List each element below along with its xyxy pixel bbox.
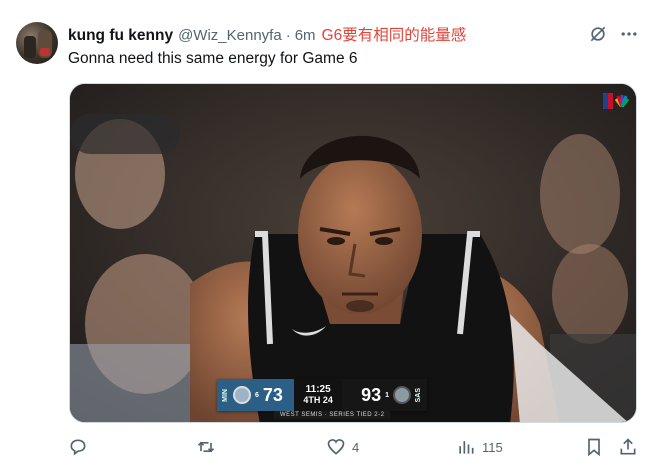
away-label: MIN	[222, 388, 229, 402]
home-score: 93	[361, 384, 382, 405]
home-team: 93 1 SAS	[342, 379, 427, 411]
annotation-text: G6要有相同的能量感	[321, 27, 467, 44]
game-clock: 11:25 4TH 24	[294, 379, 343, 411]
shot-clock: 24	[322, 395, 333, 405]
tweet: kung fu kenny @Wiz_Kennyfa · 6m G6要有相同的能…	[0, 0, 653, 470]
reply-icon	[70, 439, 86, 456]
timestamp[interactable]: 6m	[295, 27, 316, 44]
author-name[interactable]: kung fu kenny	[68, 27, 173, 45]
views-button[interactable]: 115	[456, 437, 503, 457]
bookmark-icon	[588, 438, 600, 457]
share-icon	[620, 438, 636, 455]
author-handle[interactable]: @Wiz_Kennyfa	[178, 27, 282, 44]
views-icon	[459, 441, 474, 454]
spurs-logo-icon	[393, 386, 411, 404]
clock: 11:25	[305, 384, 331, 395]
away-seed: 6	[255, 391, 259, 399]
series-status: WEST SEMIS · SERIES TIED 2-2	[274, 411, 391, 419]
home-label: SAS	[415, 387, 422, 403]
action-bar: 4 115	[68, 437, 640, 461]
views-count: 115	[482, 439, 503, 455]
grok-icon[interactable]	[588, 24, 608, 44]
tweet-text: Gonna need this same energy for Game 6	[68, 50, 358, 67]
player-photo	[70, 84, 636, 422]
period: 4TH	[303, 395, 321, 405]
like-button[interactable]: 4	[326, 437, 359, 457]
nba-logo-icon	[603, 93, 613, 109]
share-button[interactable]	[618, 437, 638, 457]
like-count: 4	[352, 439, 360, 455]
avatar[interactable]	[16, 22, 58, 64]
away-score: 73	[262, 384, 283, 405]
retweet-icon	[197, 441, 215, 453]
nbc-peacock-icon	[615, 95, 629, 107]
reply-button[interactable]	[68, 437, 94, 457]
heart-icon	[327, 439, 345, 455]
separator-dot: ·	[285, 27, 291, 44]
tweet-media[interactable]: MIN 6 73 11:25 4TH 24 93 1 SAS WEST SEMI…	[69, 83, 637, 423]
away-team: MIN 6 73	[217, 379, 295, 411]
network-logo	[603, 93, 629, 109]
retweet-button[interactable]	[196, 437, 222, 457]
scorebug: MIN 6 73 11:25 4TH 24 93 1 SAS	[217, 379, 427, 411]
timberwolves-logo-icon	[233, 386, 251, 404]
more-icon[interactable]	[619, 24, 639, 44]
tweet-header: kung fu kenny @Wiz_Kennyfa · 6m G6要有相同的能…	[68, 23, 466, 45]
home-seed: 1	[385, 391, 389, 399]
bookmark-button[interactable]	[584, 437, 604, 457]
